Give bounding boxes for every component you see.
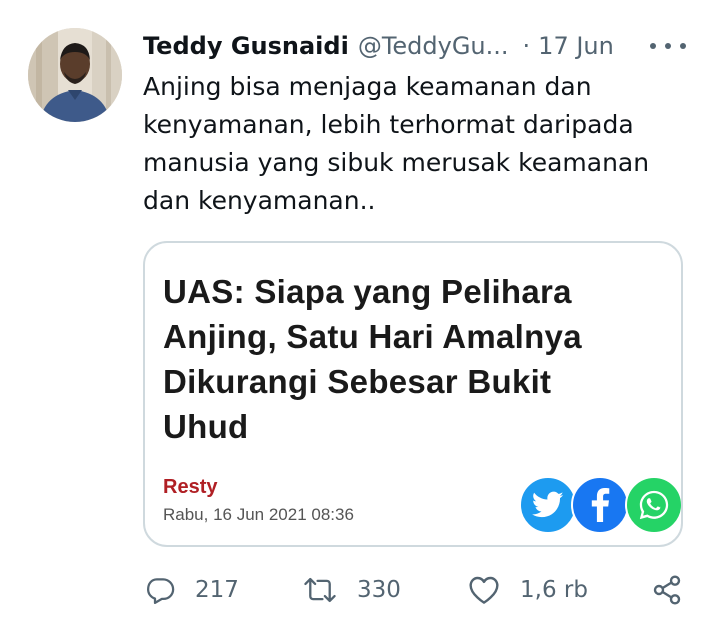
link-preview-card[interactable]: UAS: Siapa yang Pelihara Anjing, Satu Ha… xyxy=(143,241,683,547)
separator-dot: · xyxy=(522,32,531,60)
share-icon xyxy=(653,575,681,605)
heart-icon xyxy=(469,576,499,604)
reply-icon xyxy=(147,578,175,604)
reply-button[interactable]: 217 xyxy=(145,570,239,610)
avatar[interactable] xyxy=(28,28,122,122)
retweet-icon xyxy=(304,577,336,603)
tweet-actions: 217 330 1,6 rb xyxy=(143,570,688,610)
reply-count: 217 xyxy=(195,577,239,603)
like-count: 1,6 rb xyxy=(520,577,588,603)
whatsapp-icon xyxy=(625,476,681,534)
tweet-text: Anjing bisa menjaga keamanan dan kenyama… xyxy=(143,72,650,215)
like-button[interactable]: 1,6 rb xyxy=(468,570,588,610)
facebook-icon xyxy=(571,476,629,534)
share-button[interactable] xyxy=(651,570,683,610)
twitter-icon xyxy=(519,476,577,534)
more-options-icon[interactable] xyxy=(650,34,686,58)
tweet[interactable]: Teddy Gusnaidi @TeddyGu... · 17 Jun Anji… xyxy=(0,0,713,624)
avatar-image xyxy=(28,28,122,122)
author-display-name[interactable]: Teddy Gusnaidi xyxy=(143,32,349,60)
card-date: Rabu, 16 Jun 2021 08:36 xyxy=(163,505,354,524)
card-author: Resty xyxy=(163,476,218,498)
card-headline: UAS: Siapa yang Pelihara Anjing, Satu Ha… xyxy=(163,273,582,445)
tweet-header: Teddy Gusnaidi @TeddyGu... · 17 Jun xyxy=(143,30,688,62)
tweet-date[interactable]: 17 Jun xyxy=(538,32,614,60)
retweet-button[interactable]: 330 xyxy=(303,570,401,610)
retweet-count: 330 xyxy=(357,577,401,603)
author-handle[interactable]: @TeddyGu... xyxy=(358,32,509,60)
